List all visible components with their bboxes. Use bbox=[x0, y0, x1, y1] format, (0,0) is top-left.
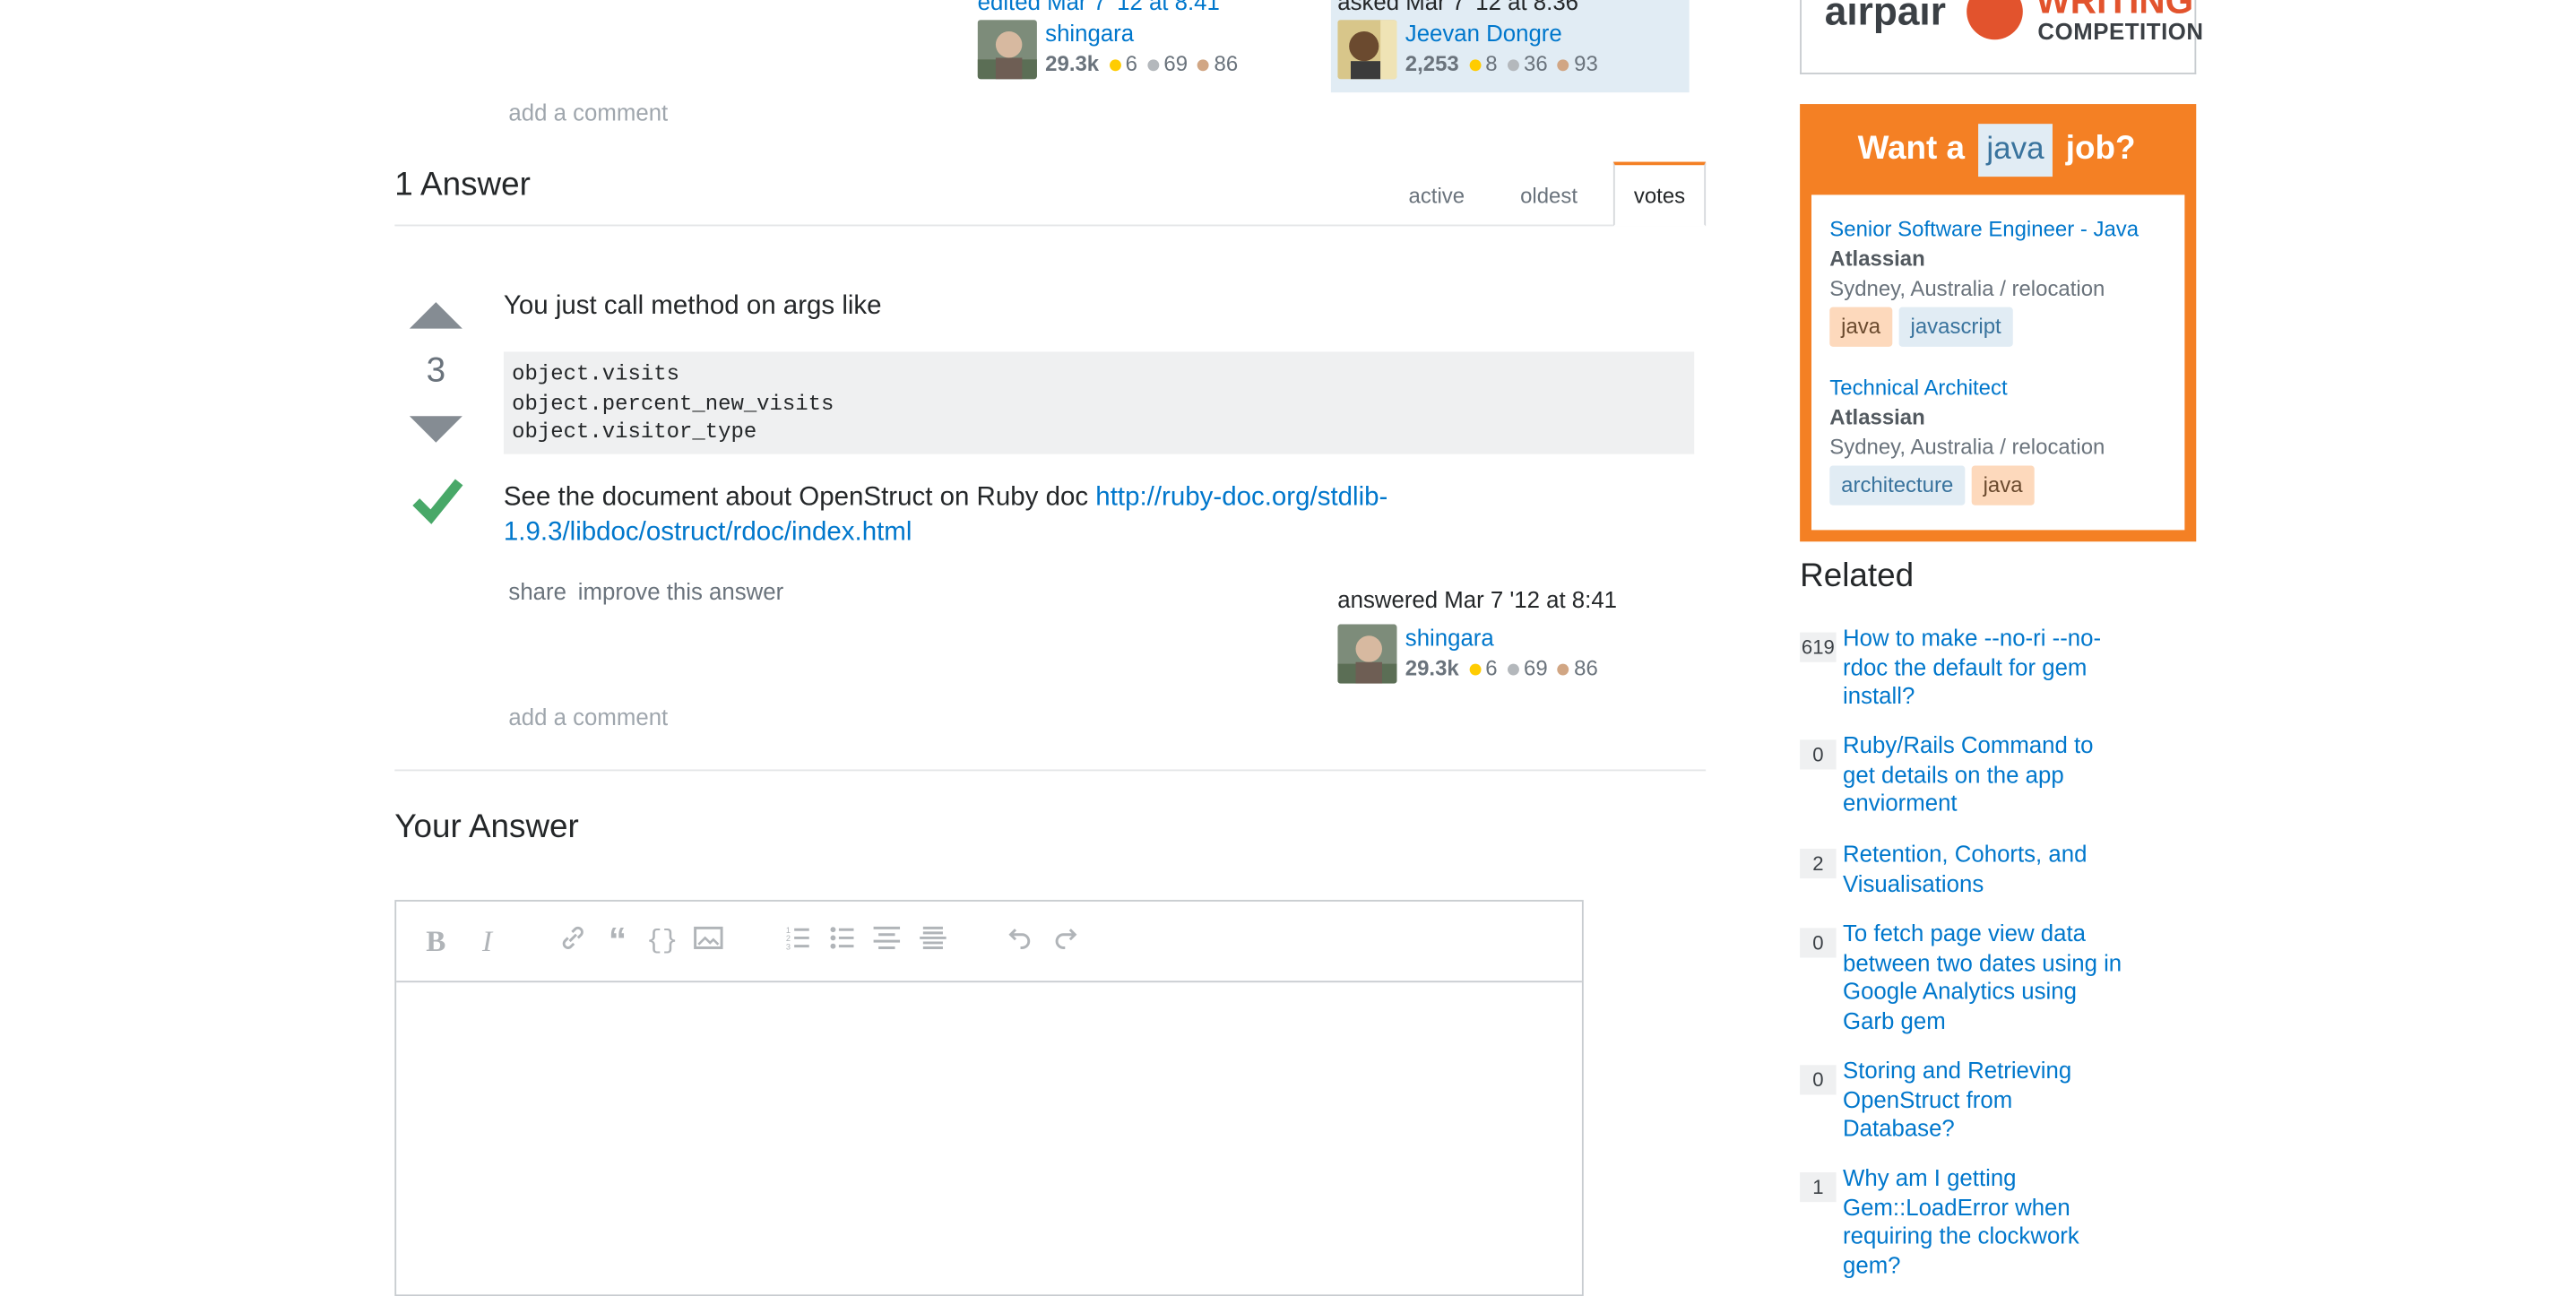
tab-active[interactable]: active bbox=[1387, 165, 1487, 224]
user-reputation: 29.3k 6 69 86 bbox=[1045, 51, 1239, 76]
related-link[interactable]: Why am I getting Gem::LoadError when requi… bbox=[1843, 1164, 2140, 1280]
your-answer-heading: Your Answer bbox=[394, 808, 579, 846]
pen-logo-icon bbox=[1967, 0, 2023, 40]
related-score: 2 bbox=[1800, 848, 1837, 879]
job-location: Sydney, Australia / relocation bbox=[1829, 275, 2105, 301]
redo-icon[interactable] bbox=[1049, 925, 1082, 958]
downvote-button[interactable] bbox=[408, 413, 464, 454]
answers-header-divider bbox=[394, 224, 1707, 227]
related-score: 1 bbox=[1800, 1172, 1837, 1203]
related-score: 619 bbox=[1800, 632, 1837, 662]
code-icon[interactable]: {} bbox=[645, 925, 679, 958]
numbered-list-icon[interactable]: 123 bbox=[781, 925, 814, 958]
blockquote-icon[interactable]: “ bbox=[601, 922, 635, 959]
tab-votes[interactable]: votes bbox=[1612, 161, 1707, 227]
italic-icon[interactable]: I bbox=[471, 925, 504, 958]
improve-answer-link[interactable]: improve this answer bbox=[578, 578, 783, 604]
upvote-button[interactable] bbox=[408, 298, 464, 340]
user-reputation: 2,253 8 36 93 bbox=[1405, 51, 1598, 76]
answers-count-heading: 1 Answer bbox=[394, 167, 531, 203]
editor-toolbar: B I “ {} 123 bbox=[396, 902, 1582, 983]
job-tag[interactable]: architecture bbox=[1829, 465, 1966, 505]
accepted-checkmark-icon bbox=[411, 476, 464, 533]
edited-timestamp[interactable]: edited Mar 7 '12 at 8:41 bbox=[978, 0, 1220, 15]
code-line: object.visitor_type bbox=[512, 419, 757, 445]
airpair-logo: airpair bbox=[1824, 0, 1946, 35]
related-link[interactable]: Ruby/Rails Command to get details on the … bbox=[1843, 731, 2140, 818]
question-add-comment-link[interactable]: add a comment bbox=[508, 99, 668, 125]
answer-intro-text: You just call method on args like bbox=[503, 292, 882, 321]
jobs-list: Senior Software Engineer - Java Atlassia… bbox=[1811, 194, 2185, 531]
related-heading: Related bbox=[1800, 557, 1915, 595]
user-name[interactable]: shingara bbox=[1405, 624, 1494, 650]
related-score: 0 bbox=[1800, 928, 1837, 958]
bold-icon[interactable]: B bbox=[419, 925, 453, 958]
job-tag[interactable]: java bbox=[1829, 307, 1893, 347]
avatar[interactable] bbox=[1337, 20, 1397, 80]
answer-user-card: answered Mar 7 '12 at 8:41 shingara 29.3… bbox=[1331, 586, 1661, 690]
code-line: object.visits bbox=[512, 361, 679, 387]
answer-editor: B I “ {} 123 bbox=[394, 900, 1584, 1296]
user-reputation: 29.3k 6 69 86 bbox=[1405, 655, 1598, 681]
user-name[interactable]: Jeevan Dongre bbox=[1405, 20, 1562, 46]
bulleted-list-icon[interactable] bbox=[826, 925, 859, 958]
job-tag[interactable]: javascript bbox=[1898, 307, 2013, 347]
job-company: Atlassian bbox=[1829, 246, 1925, 272]
doc-text: See the document about OpenStruct on Rub… bbox=[503, 483, 1089, 513]
avatar[interactable] bbox=[977, 20, 1037, 80]
heading-icon[interactable] bbox=[870, 925, 903, 958]
job-company: Atlassian bbox=[1829, 404, 1925, 429]
undo-icon[interactable] bbox=[1004, 925, 1037, 958]
tab-oldest[interactable]: oldest bbox=[1496, 165, 1602, 224]
airpair-ad-banner[interactable]: airpair WRITING COMPETITION bbox=[1800, 0, 2203, 74]
job-location: Sydney, Australia / relocation bbox=[1829, 434, 2105, 460]
jobs-widget: Want a java job? Senior Software Enginee… bbox=[1800, 104, 2197, 542]
share-link[interactable]: share bbox=[508, 578, 566, 604]
answered-timestamp: answered Mar 7 '12 at 8:41 bbox=[1337, 586, 1618, 613]
asked-timestamp: asked Mar 7 '12 at 8:36 bbox=[1337, 0, 1579, 15]
link-icon[interactable] bbox=[557, 925, 590, 958]
image-icon[interactable] bbox=[692, 925, 725, 958]
svg-text:3: 3 bbox=[786, 942, 791, 951]
answer-divider bbox=[394, 769, 1707, 772]
related-link[interactable]: How to make --no-ri --no-rdoc the defaul… bbox=[1843, 624, 2140, 711]
user-name[interactable]: shingara bbox=[1045, 20, 1134, 46]
related-score: 0 bbox=[1800, 1065, 1837, 1095]
question-editor-card: edited Mar 7 '12 at 8:41 shingara 29.3k 6… bbox=[971, 0, 1310, 92]
related-score: 0 bbox=[1800, 739, 1837, 770]
ad-line2: COMPETITION bbox=[2037, 18, 2204, 45]
job-title[interactable]: Technical Architect bbox=[1829, 375, 2007, 400]
answer-add-comment-link[interactable]: add a comment bbox=[508, 704, 668, 730]
job-title[interactable]: Senior Software Engineer - Java bbox=[1829, 216, 2139, 241]
vote-count: 3 bbox=[426, 351, 446, 390]
code-line: object.percent_new_visits bbox=[512, 390, 834, 416]
avatar[interactable] bbox=[1337, 624, 1397, 684]
related-link[interactable]: To fetch page view data between two dates… bbox=[1843, 920, 2140, 1035]
related-link[interactable]: Retention, Cohorts, and Visualisations bbox=[1843, 841, 2140, 898]
answer-doc-paragraph: See the document about OpenStruct on Rub… bbox=[504, 480, 1692, 549]
answer-code-block: object.visits object.percent_new_visits … bbox=[503, 351, 1695, 454]
jobs-title-suffix: job? bbox=[2065, 130, 2136, 168]
horizontal-rule-icon[interactable] bbox=[916, 925, 949, 958]
jobs-title-prefix: Want a bbox=[1857, 130, 1966, 168]
question-owner-card: asked Mar 7 '12 at 8:36 Jeevan Dongre 2,… bbox=[1330, 0, 1690, 93]
related-link[interactable]: Storing and Retrieving OpenStruct from Dat… bbox=[1843, 1057, 2140, 1144]
jobs-title-tag[interactable]: java bbox=[1978, 124, 2053, 177]
answer-textarea[interactable] bbox=[396, 982, 1582, 1294]
job-tag[interactable]: java bbox=[1971, 465, 2035, 505]
